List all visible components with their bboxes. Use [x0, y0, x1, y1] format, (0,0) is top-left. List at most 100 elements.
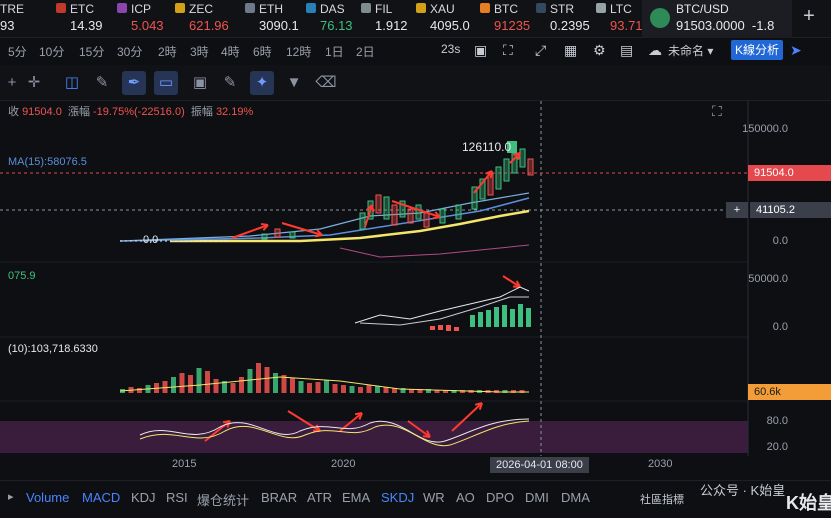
candle	[407, 208, 414, 224]
coin-icon	[245, 3, 255, 13]
timeframe-7[interactable]: 6時	[253, 43, 272, 60]
ticker-symbol: ICP	[131, 2, 152, 16]
timeframe-6[interactable]: 4時	[221, 43, 240, 60]
indicator-rsi[interactable]: RSI	[166, 490, 188, 505]
cursor-price-tag: 41105.2	[750, 202, 831, 218]
crop-icon[interactable]: ▦	[564, 42, 577, 59]
indicator-kdj[interactable]: KDJ	[131, 490, 156, 505]
price-chart[interactable]	[0, 101, 831, 480]
candle	[289, 231, 296, 239]
macd-bar	[470, 315, 475, 327]
volume-bar	[349, 386, 355, 393]
ruler-icon[interactable]: ✎	[90, 71, 114, 95]
macd-bar	[438, 325, 443, 330]
candle	[391, 204, 398, 226]
last-price-tag: 91504.0	[748, 165, 831, 181]
candle	[503, 158, 510, 182]
indicator-爆仓统计[interactable]: 爆仓统计	[197, 490, 249, 509]
volume-bar	[341, 385, 346, 393]
crosshair-icon[interactable]: +	[0, 71, 24, 95]
volume-bar	[324, 380, 329, 393]
volume-bar	[230, 383, 236, 393]
macd-bar	[430, 326, 435, 330]
active-symbol-card[interactable]: BTC/USD 91503.0000 -1.8	[642, 0, 792, 38]
ticker-symbol: ETC	[70, 2, 94, 16]
timeframe-5[interactable]: 3時	[190, 43, 209, 60]
kline-analysis-button[interactable]: K線分析	[731, 40, 783, 60]
macd-tick: 0.0	[772, 321, 788, 333]
add-symbol-button[interactable]: +	[798, 6, 820, 28]
bars-icon[interactable]: ▭	[154, 71, 178, 95]
ticker-symbol: FIL	[375, 2, 393, 16]
fullscreen-icon[interactable]: ⛶	[503, 42, 513, 59]
timeframe-1[interactable]: 10分	[39, 43, 64, 60]
volume-bar	[256, 363, 261, 393]
trash-icon[interactable]: ⌫	[314, 71, 338, 95]
macd-bar	[446, 325, 451, 331]
add-alert-icon[interactable]: +	[726, 202, 748, 218]
timeframe-bar: 5分 10分 15分 30分 2時 3時 4時 6時 12時 1日 2日 23s ▣ ⛶ ⤢ ▦ ⚙…	[0, 38, 831, 64]
time-tick: 2015	[172, 458, 197, 470]
coin-logo-icon	[650, 8, 670, 28]
macd-bar	[510, 309, 515, 327]
hint-label: 社區指標	[640, 494, 684, 506]
ticker-symbol: DAS	[320, 2, 345, 16]
timeframe-10[interactable]: 2日	[356, 43, 375, 60]
timeframe-8[interactable]: 12時	[286, 43, 311, 60]
lock-icon[interactable]: ▣	[188, 71, 212, 95]
candle	[383, 196, 390, 220]
ticker-symbol: STR	[550, 2, 574, 16]
timeframe-0[interactable]: 5分	[8, 43, 27, 60]
layout-name[interactable]: 未命名 ▾	[668, 42, 713, 59]
expand-icon[interactable]: ⤢	[535, 42, 546, 59]
volume-bar	[315, 382, 321, 393]
indicator-dma[interactable]: DMA	[561, 490, 590, 505]
indicator-atr[interactable]: ATR	[307, 490, 332, 505]
chart-area[interactable]: 收 91504.0 漲幅 -19.75%(-22516.0) 振幅 32.19%…	[0, 101, 831, 480]
template-icon[interactable]: ▤	[620, 42, 633, 59]
timeframe-4[interactable]: 2時	[158, 43, 177, 60]
ticker-price: 1.912	[375, 18, 408, 33]
volume-bar	[205, 371, 210, 393]
bookmark-icon[interactable]: ◫	[60, 71, 84, 95]
volume-bar	[273, 373, 278, 393]
ticker-price: 621.96	[189, 18, 229, 33]
note-icon[interactable]: ✎	[218, 71, 242, 95]
indicator-dpo[interactable]: DPO	[486, 490, 514, 505]
candle	[455, 204, 462, 220]
ticker-price: 93.71	[610, 18, 643, 33]
indicator-ema[interactable]: EMA	[342, 490, 370, 505]
macd-bar	[526, 308, 531, 327]
filter-icon[interactable]: ▼	[282, 71, 306, 95]
timeframe-2[interactable]: 15分	[79, 43, 104, 60]
price-tick: 0.0	[772, 235, 788, 247]
indicator-wr[interactable]: WR	[423, 490, 445, 505]
collapse-icon[interactable]: ▸	[8, 490, 14, 503]
candle	[415, 204, 422, 220]
ma-light-line	[119, 192, 530, 242]
volume-label: (10):103,718.6330	[8, 343, 98, 355]
timeframe-9[interactable]: 1日	[325, 43, 344, 60]
coin-icon	[117, 3, 127, 13]
indicator-ao[interactable]: AO	[456, 490, 475, 505]
maximize-icon[interactable]: ⛶	[712, 103, 722, 120]
candle	[375, 194, 382, 214]
brush-icon[interactable]: ✒	[122, 71, 146, 95]
timeframe-3[interactable]: 30分	[117, 43, 142, 60]
volume-bar	[358, 387, 363, 393]
share-icon[interactable]: ➤	[790, 42, 802, 59]
candle	[439, 208, 446, 224]
trendline-icon[interactable]: ✛	[22, 71, 46, 95]
indicator-brar[interactable]: BRAR	[261, 490, 297, 505]
settings-icon[interactable]: ⚙	[593, 42, 606, 59]
camera-icon[interactable]: ▣	[474, 42, 487, 59]
indicator-macd[interactable]: MACD	[82, 490, 120, 505]
magnet-icon[interactable]: ✦	[250, 71, 274, 95]
indicator-skdj[interactable]: SKDJ	[381, 490, 414, 505]
ticker-symbol: LTC	[610, 2, 632, 16]
coin-icon	[56, 3, 66, 13]
indicator-dmi[interactable]: DMI	[525, 490, 549, 505]
ma-label: MA(15):58076.5	[8, 156, 87, 168]
indicator-volume[interactable]: Volume	[26, 490, 69, 505]
ticker-bar: TRE 93 ETC 14.39 ICP 5.043 ZEC 621.96 ETH 3090.1 D…	[0, 0, 831, 38]
